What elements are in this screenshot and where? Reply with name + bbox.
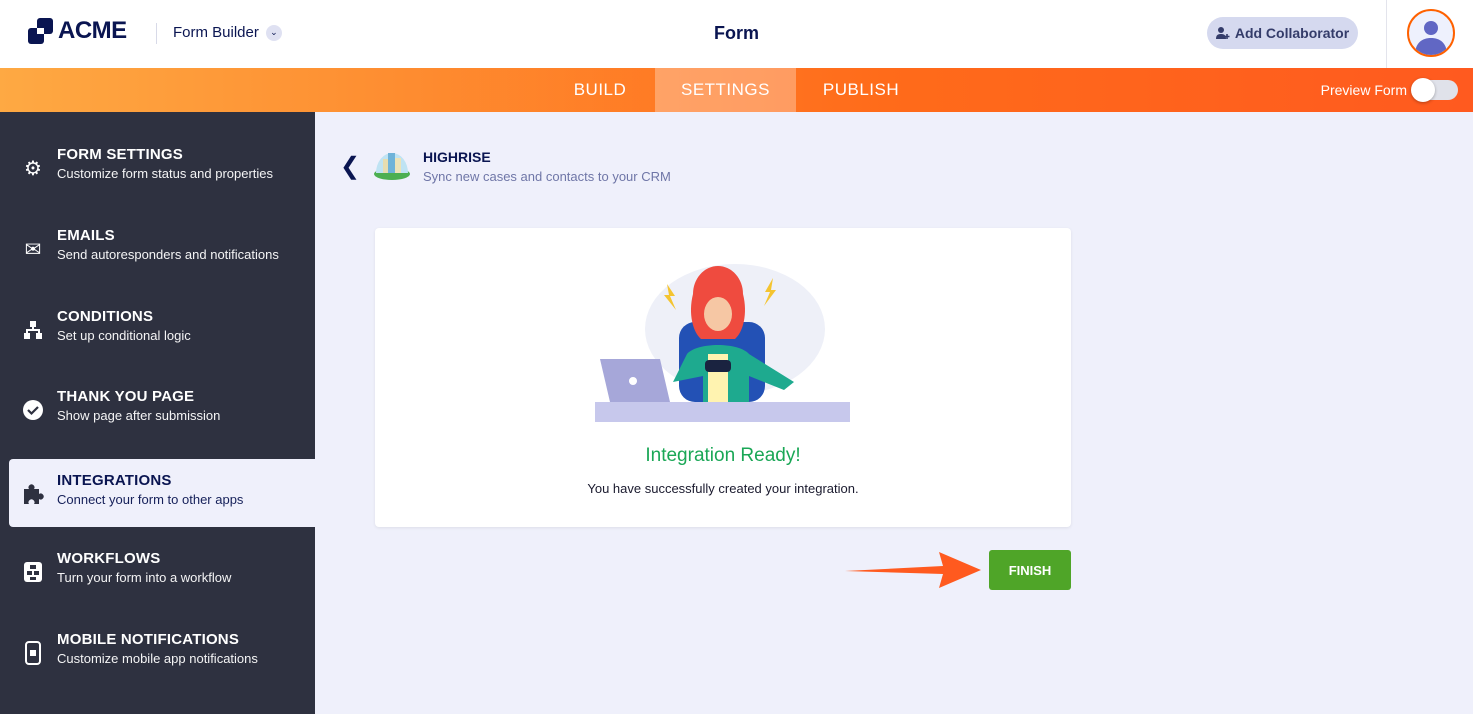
mobile-icon — [21, 641, 45, 665]
sidebar-item-subtitle: Set up conditional logic — [57, 328, 191, 343]
sidebar-item-title: CONDITIONS — [57, 308, 154, 325]
app-name: Form Builder — [173, 24, 259, 41]
header-divider — [156, 23, 157, 44]
sidebar-item-title: THANK YOU PAGE — [57, 388, 195, 405]
sidebar-item-subtitle: Show page after submission — [57, 408, 221, 423]
tab-publish[interactable]: PUBLISH — [796, 68, 926, 112]
toggle-knob — [1411, 78, 1435, 102]
back-chevron-icon[interactable]: ❮ — [340, 152, 360, 181]
top-header: ACME Form Builder ⌄ Form Add Collaborato… — [0, 0, 1473, 68]
tab-build[interactable]: BUILD — [545, 68, 655, 112]
logo-icon — [28, 18, 53, 44]
sidebar-item-conditions[interactable]: CONDITIONS Set up conditional logic — [9, 295, 315, 363]
puzzle-icon — [21, 482, 45, 506]
sidebar-item-subtitle: Customize form status and properties — [57, 166, 274, 181]
add-user-icon — [1215, 27, 1230, 39]
user-avatar[interactable] — [1407, 9, 1455, 57]
sidebar-item-subtitle: Connect your form to other apps — [57, 492, 244, 507]
sidebar-item-title: MOBILE NOTIFICATIONS — [57, 631, 240, 648]
check-circle-icon — [21, 398, 45, 422]
success-illustration — [595, 264, 850, 422]
pointer-arrow-icon — [845, 552, 981, 588]
integration-ready-heading: Integration Ready! — [645, 445, 801, 466]
sidebar-item-emails[interactable]: ✉ EMAILS Send autoresponders and notific… — [9, 214, 315, 282]
chevron-down-icon: ⌄ — [265, 24, 282, 41]
integration-ready-card: Integration Ready! You have successfully… — [375, 228, 1071, 527]
tab-settings[interactable]: SETTINGS — [655, 68, 796, 112]
sidebar-item-mobile-notifications[interactable]: MOBILE NOTIFICATIONS Customize mobile ap… — [9, 618, 315, 686]
highrise-logo-icon — [373, 147, 411, 186]
gear-icon: ⚙ — [24, 157, 42, 180]
logo-text: ACME — [58, 17, 127, 44]
integration-ready-message: You have successfully created your integ… — [587, 481, 859, 496]
sidebar-item-integrations[interactable]: INTEGRATIONS Connect your form to other … — [9, 459, 315, 527]
workflow-icon — [21, 560, 45, 584]
integration-description: Sync new cases and contacts to your CRM — [423, 169, 671, 184]
sidebar-item-form-settings[interactable]: ⚙ FORM SETTINGS Customize form status an… — [9, 133, 315, 201]
sidebar-item-thank-you-page[interactable]: THANK YOU PAGE Show page after submissio… — [9, 375, 315, 443]
preview-form-toggle[interactable] — [1411, 78, 1458, 102]
envelope-icon: ✉ — [24, 238, 42, 261]
preview-form-label: Preview Form — [1320, 82, 1407, 98]
hierarchy-icon — [21, 318, 45, 342]
form-builder-dropdown[interactable]: Form Builder ⌄ — [173, 24, 282, 41]
integration-name: HIGHRISE — [423, 149, 491, 165]
sidebar-item-subtitle: Turn your form into a workflow — [57, 570, 232, 585]
sidebar-item-title: EMAILS — [57, 227, 115, 244]
sidebar-item-title: WORKFLOWS — [57, 550, 161, 567]
sidebar-item-subtitle: Customize mobile app notifications — [57, 651, 258, 666]
main-nav: BUILD SETTINGS PUBLISH Preview Form — [0, 68, 1473, 112]
sidebar-item-subtitle: Send autoresponders and notifications — [57, 247, 279, 262]
sidebar-item-workflows[interactable]: WORKFLOWS Turn your form into a workflow — [9, 537, 315, 605]
header-divider-right — [1386, 0, 1387, 68]
user-icon — [1415, 21, 1447, 55]
sidebar-item-title: INTEGRATIONS — [57, 472, 172, 489]
settings-sidebar: ⚙ FORM SETTINGS Customize form status an… — [0, 112, 315, 714]
finish-button[interactable]: FINISH — [989, 550, 1071, 590]
add-collaborator-label: Add Collaborator — [1234, 25, 1350, 41]
acme-logo[interactable]: ACME — [28, 17, 127, 45]
add-collaborator-button[interactable]: Add Collaborator — [1207, 17, 1358, 49]
sidebar-item-title: FORM SETTINGS — [57, 146, 183, 163]
